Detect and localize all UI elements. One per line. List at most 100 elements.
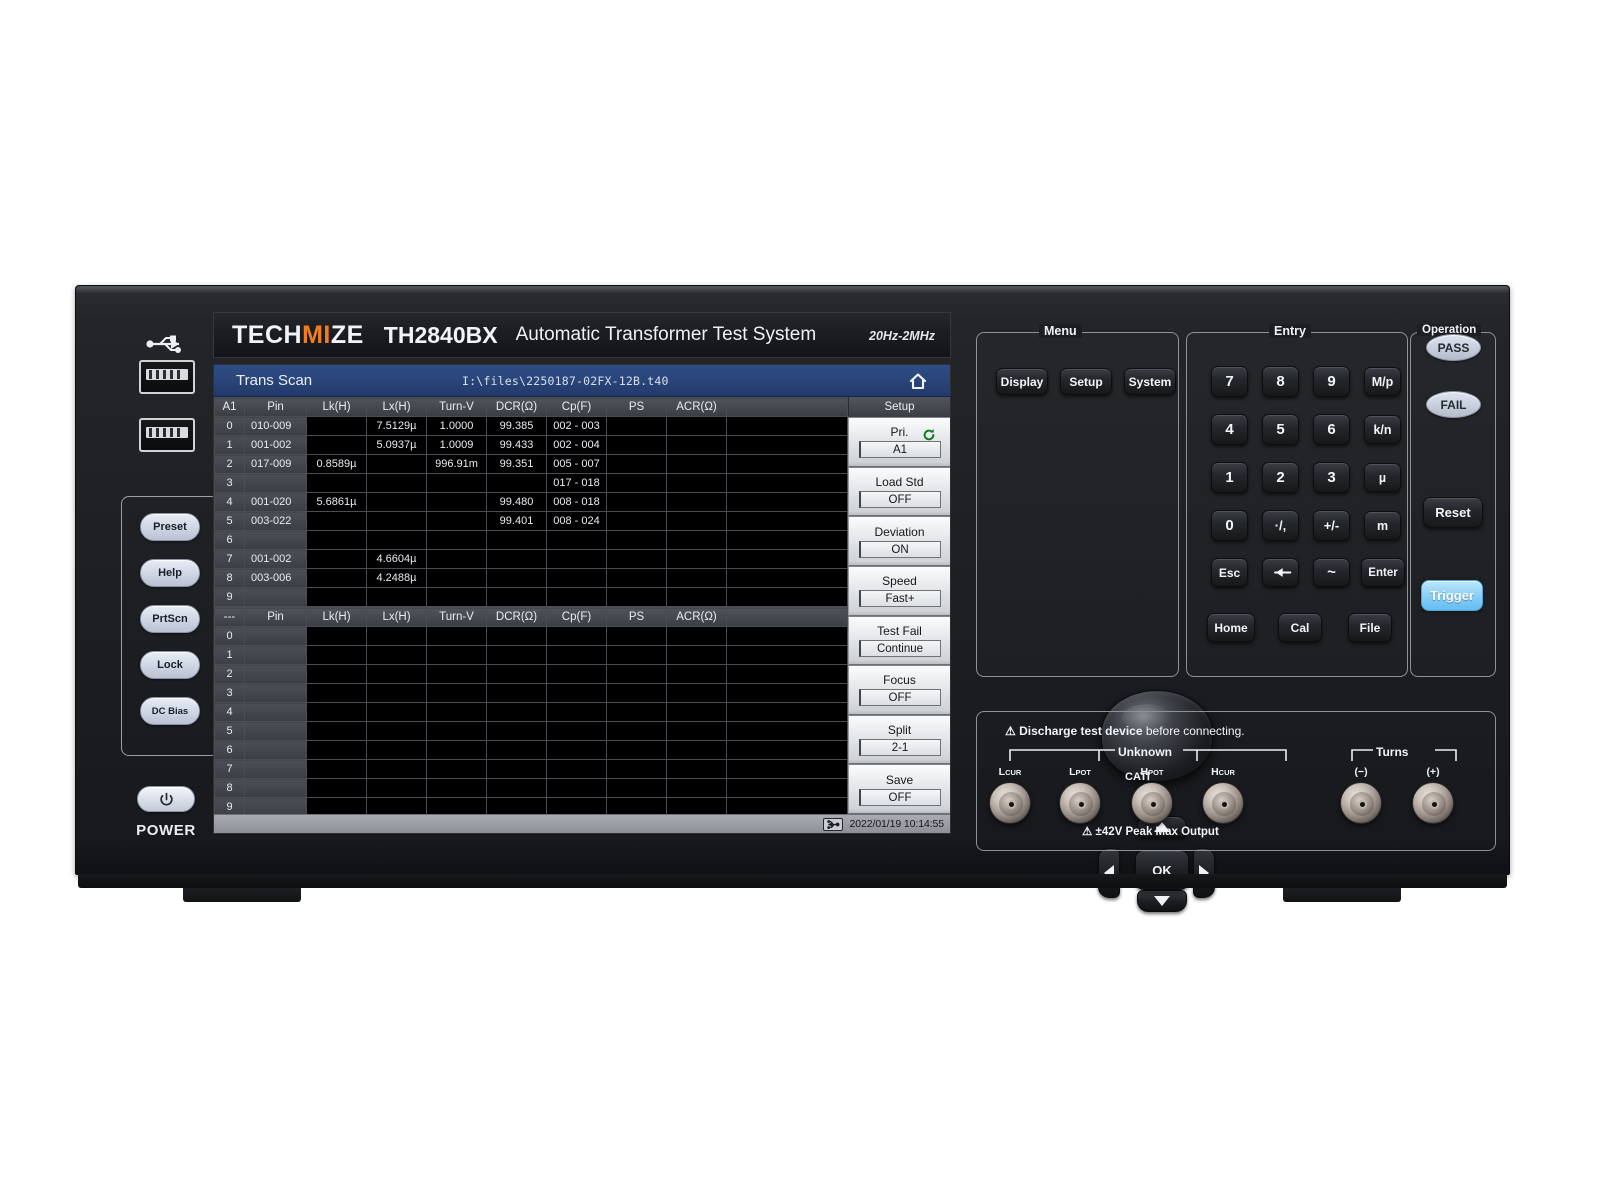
primary-cell-9-3[interactable] <box>366 587 427 607</box>
primary-cell-2-7[interactable] <box>606 454 667 474</box>
primary-cell-0-2[interactable] <box>306 416 367 436</box>
secondary-cell-4-4[interactable] <box>426 702 487 722</box>
secondary-cell-8-4[interactable] <box>426 778 487 798</box>
secondary-cell-2-2[interactable] <box>306 664 367 684</box>
primary-cell-1-2[interactable] <box>306 435 367 455</box>
primary-cell-8-9[interactable] <box>726 568 848 588</box>
reset-button[interactable]: Reset <box>1423 497 1483 528</box>
primary-cell-1-4[interactable]: 1.0009 <box>426 435 487 455</box>
primary-cell-9-4[interactable] <box>426 587 487 607</box>
softkey-value[interactable]: 2-1 <box>858 739 941 757</box>
secondary-cell-0-1[interactable] <box>244 626 307 646</box>
softkey-split[interactable]: Split 2-1 <box>848 714 950 765</box>
primary-cell-2-2[interactable]: 0.8589µ <box>306 454 367 474</box>
secondary-cell-3-3[interactable] <box>366 683 427 703</box>
primary-cell-3-8[interactable] <box>666 473 727 493</box>
secondary-cell-8-2[interactable] <box>306 778 367 798</box>
table-row[interactable]: 1 <box>214 645 848 665</box>
primary-cell-0-4[interactable]: 1.0000 <box>426 416 487 436</box>
softkey-value[interactable]: Fast+ <box>858 590 941 608</box>
primary-cell-1-9[interactable] <box>726 435 848 455</box>
softkey-load-std[interactable]: Load Std OFF <box>848 466 950 517</box>
primary-cell-4-1[interactable]: 001-020 <box>244 492 307 512</box>
key-micro[interactable]: µ <box>1364 463 1401 492</box>
tilde-button[interactable]: ~ <box>1313 558 1350 587</box>
primary-cell-1-7[interactable] <box>606 435 667 455</box>
secondary-cell-6-2[interactable] <box>306 740 367 760</box>
primary-cell-0-1[interactable]: 010-009 <box>244 416 307 436</box>
secondary-cell-5-2[interactable] <box>306 721 367 741</box>
primary-cell-6-4[interactable] <box>426 530 487 550</box>
secondary-cell-7-2[interactable] <box>306 759 367 779</box>
secondary-cell-7-6[interactable] <box>546 759 607 779</box>
primary-cell-4-7[interactable] <box>606 492 667 512</box>
secondary-cell-5-4[interactable] <box>426 721 487 741</box>
secondary-cell-4-5[interactable] <box>486 702 547 722</box>
primary-cell-6-2[interactable] <box>306 530 367 550</box>
primary-cell-4-8[interactable] <box>666 492 727 512</box>
secondary-cell-7-4[interactable] <box>426 759 487 779</box>
primary-cell-9-6[interactable] <box>546 587 607 607</box>
primary-scan-table[interactable]: A1 Pin Lk(H) Lx(H) Turn-V DCR(Ω) Cp(F) PS ACR(Ω)… <box>214 397 848 607</box>
secondary-cell-3-9[interactable] <box>726 683 848 703</box>
primary-cell-7-6[interactable] <box>546 549 607 569</box>
secondary-cell-8-7[interactable] <box>606 778 667 798</box>
setup-button[interactable]: Setup <box>1060 368 1112 395</box>
primary-cell-5-2[interactable] <box>306 511 367 531</box>
key-mega-pico[interactable]: M/p <box>1364 367 1401 396</box>
secondary-cell-8-9[interactable] <box>726 778 848 798</box>
primary-cell-9-0[interactable]: 9 <box>214 587 245 607</box>
table-row[interactable]: 3 <box>214 683 848 703</box>
secondary-cell-4-9[interactable] <box>726 702 848 722</box>
secondary-cell-8-8[interactable] <box>666 778 727 798</box>
table-row[interactable]: 0 010-009 7.5129µ 1.0000 99.385 002 - 003 <box>214 416 848 436</box>
enter-button[interactable]: Enter <box>1361 558 1405 587</box>
table-row[interactable]: 0 <box>214 626 848 646</box>
key-6[interactable]: 6 <box>1313 414 1350 445</box>
secondary-cell-1-2[interactable] <box>306 645 367 665</box>
key-5[interactable]: 5 <box>1262 414 1299 445</box>
secondary-cell-0-9[interactable] <box>726 626 848 646</box>
secondary-cell-8-1[interactable] <box>244 778 307 798</box>
secondary-cell-4-2[interactable] <box>306 702 367 722</box>
secondary-cell-7-5[interactable] <box>486 759 547 779</box>
softkey-save[interactable]: Save OFF <box>848 764 950 814</box>
key-sign[interactable]: +/- <box>1313 510 1350 541</box>
secondary-cell-4-0[interactable]: 4 <box>214 702 245 722</box>
primary-cell-2-3[interactable] <box>366 454 427 474</box>
key-4[interactable]: 4 <box>1211 414 1248 445</box>
softkey-value[interactable]: OFF <box>858 689 941 707</box>
secondary-cell-1-7[interactable] <box>606 645 667 665</box>
primary-cell-4-4[interactable] <box>426 492 487 512</box>
primary-cell-8-5[interactable] <box>486 568 547 588</box>
table-row[interactable]: 7 001-002 4.6604µ <box>214 549 848 569</box>
table-row[interactable]: 5 <box>214 721 848 741</box>
bnc-connector-hpot[interactable] <box>1131 782 1173 824</box>
secondary-cell-3-0[interactable]: 3 <box>214 683 245 703</box>
secondary-cell-7-7[interactable] <box>606 759 667 779</box>
primary-cell-6-8[interactable] <box>666 530 727 550</box>
secondary-cell-5-9[interactable] <box>726 721 848 741</box>
display-button[interactable]: Display <box>996 368 1048 395</box>
primary-cell-3-5[interactable] <box>486 473 547 493</box>
primary-cell-7-9[interactable] <box>726 549 848 569</box>
softkey-value[interactable]: OFF <box>858 788 941 806</box>
primary-cell-6-9[interactable] <box>726 530 848 550</box>
primary-cell-5-4[interactable] <box>426 511 487 531</box>
secondary-cell-5-7[interactable] <box>606 721 667 741</box>
primary-cell-1-0[interactable]: 1 <box>214 435 245 455</box>
secondary-cell-5-0[interactable]: 5 <box>214 721 245 741</box>
secondary-cell-4-8[interactable] <box>666 702 727 722</box>
primary-cell-5-1[interactable]: 003-022 <box>244 511 307 531</box>
primary-cell-5-0[interactable]: 5 <box>214 511 245 531</box>
primary-cell-9-7[interactable] <box>606 587 667 607</box>
arrow-down-button[interactable] <box>1137 890 1187 912</box>
primary-cell-3-4[interactable] <box>426 473 487 493</box>
key-7[interactable]: 7 <box>1211 366 1248 397</box>
esc-button[interactable]: Esc <box>1211 558 1248 587</box>
primary-cell-8-3[interactable]: 4.2488µ <box>366 568 427 588</box>
secondary-cell-5-3[interactable] <box>366 721 427 741</box>
secondary-cell-2-0[interactable]: 2 <box>214 664 245 684</box>
secondary-cell-8-6[interactable] <box>546 778 607 798</box>
primary-cell-7-5[interactable] <box>486 549 547 569</box>
